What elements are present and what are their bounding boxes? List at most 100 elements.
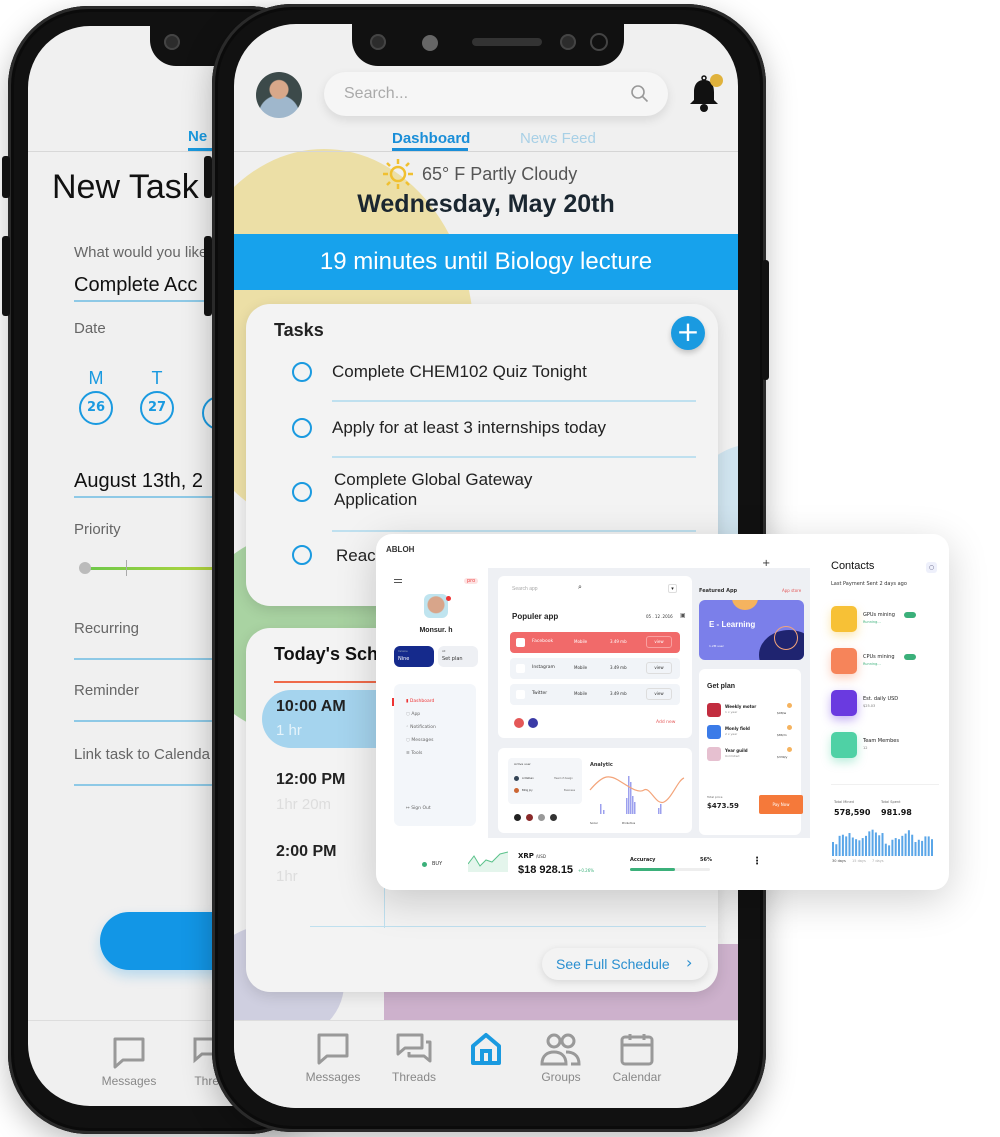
search-icon[interactable]: ○ <box>926 562 937 573</box>
task-item[interactable]: Complete Global Gateway Application <box>334 470 554 510</box>
buy-label[interactable]: BUY <box>432 861 442 867</box>
app-row[interactable]: Instagram Mobile 3.49 mb view <box>510 658 680 679</box>
search-icon[interactable]: ⌕ <box>578 583 582 592</box>
mined-bar <box>865 835 867 856</box>
user-avatar <box>514 788 519 793</box>
analytic-line <box>589 776 685 804</box>
side-menu: ▮ Dashboard ◌ App ◦ Notification ◌ Messa… <box>392 684 476 826</box>
task-checkbox[interactable] <box>292 418 312 438</box>
contact-row[interactable]: GPUs mining Running... <box>831 606 931 634</box>
task-item[interactable]: Reac <box>336 546 376 566</box>
task-item[interactable]: Complete CHEM102 Quiz Tonight <box>332 362 587 382</box>
team-avatar <box>514 814 521 821</box>
pay-now-button[interactable]: Pay Now <box>759 795 803 814</box>
menu-item-notification[interactable]: ◦ Notification <box>406 725 436 730</box>
mined-bar <box>871 829 874 856</box>
range-15-days[interactable]: 15 days <box>852 859 866 863</box>
total-mined-label: Total Mined <box>834 800 854 804</box>
mined-bar <box>904 833 907 856</box>
task-divider <box>332 456 696 458</box>
dot-red[interactable] <box>514 718 524 728</box>
calendar-icon[interactable]: ▣ <box>680 612 686 619</box>
priority-slider-handle[interactable] <box>79 562 91 574</box>
day-picker-tuesday[interactable]: T 27 <box>139 368 175 425</box>
phone-power-button <box>762 260 769 380</box>
app-store-link[interactable]: App store <box>782 588 801 593</box>
contact-icon <box>831 648 857 674</box>
app-row[interactable]: Facebook Mobile 3.49 mb view <box>510 632 680 653</box>
app-icon <box>516 664 525 673</box>
schedule-time[interactable]: 12:00 PM <box>276 771 345 789</box>
task-checkbox[interactable] <box>292 545 312 565</box>
team-avatar <box>526 814 533 821</box>
menu-icon[interactable] <box>394 579 402 583</box>
search-input[interactable]: Search... <box>344 85 408 103</box>
view-button[interactable]: view <box>646 636 672 648</box>
day-picker-monday[interactable]: M 26 <box>78 368 114 425</box>
search-bar[interactable]: Search... <box>324 72 668 116</box>
app-search-input[interactable]: Search app <box>512 586 538 592</box>
selected-date-field[interactable]: August 13th, 2 <box>74 470 203 493</box>
schedule-time[interactable]: 2:00 PM <box>276 843 336 861</box>
plan-title: Get plan <box>707 683 736 690</box>
mined-bar <box>881 833 884 856</box>
plan-row[interactable]: Year guild Unlimited $339/y <box>707 747 797 763</box>
task-checkbox[interactable] <box>292 482 312 502</box>
link-calendar-label[interactable]: Link task to Calenda <box>74 746 210 763</box>
recurring-label[interactable]: Recurring <box>74 620 139 637</box>
toggle-switch[interactable] <box>904 612 916 618</box>
task-checkbox[interactable] <box>292 362 312 382</box>
app-name: Twitter <box>532 691 548 696</box>
xrp-pair: /USD <box>536 854 546 859</box>
nav-calendar[interactable]: Calendar <box>597 1032 677 1084</box>
filter-icon[interactable]: ▾ <box>668 584 677 593</box>
nav-groups[interactable]: Groups <box>521 1032 601 1084</box>
tab-news-feed[interactable]: News Feed <box>520 130 596 147</box>
add-new-link[interactable]: Add new <box>656 720 675 725</box>
tab-dashboard[interactable]: Dashboard <box>392 130 470 147</box>
countdown-banner[interactable]: 19 minutes until Biology lecture <box>234 234 738 290</box>
active-user-name: Al Rafsan <box>522 777 534 780</box>
contact-row[interactable]: Team Membes 12 <box>831 732 931 760</box>
task-item[interactable]: Apply for at least 3 internships today <box>332 418 606 438</box>
menu-item-tools[interactable]: ≡ Tools <box>406 751 422 756</box>
nav-threads[interactable]: Threads <box>374 1032 454 1084</box>
featured-app-card[interactable]: E - Learning 1.2M user <box>699 600 804 660</box>
toggle-switch[interactable] <box>904 654 916 660</box>
add-task-button[interactable]: + <box>671 316 705 350</box>
nav-messages[interactable]: Messages <box>89 1036 169 1088</box>
sign-out-button[interactable]: ↦ Sign Out <box>406 806 431 811</box>
range-30-days[interactable]: 30 days <box>832 859 846 863</box>
priority-label: Priority <box>74 521 121 538</box>
see-full-schedule-label: See Full Schedule <box>556 956 670 972</box>
menu-item-messages[interactable]: ◌ Messages <box>406 738 433 743</box>
dot-blue[interactable] <box>528 718 538 728</box>
day-letter: M <box>88 368 104 388</box>
range-7-days[interactable]: 7 days <box>872 859 884 863</box>
contact-row[interactable]: CPUs mining Running... <box>831 648 931 676</box>
nav-messages[interactable]: Messages <box>293 1032 373 1084</box>
date-label: Date <box>74 320 106 337</box>
phone-volume-button <box>2 236 10 316</box>
plan-card-set-plan[interactable]: All Set plan <box>438 646 478 667</box>
menu-item-dashboard[interactable]: ▮ Dashboard <box>406 699 434 704</box>
mined-bar <box>894 838 897 856</box>
search-icon <box>631 85 649 103</box>
more-options-icon[interactable]: ⋮ <box>752 856 762 867</box>
user-avatar[interactable] <box>424 594 448 618</box>
task-name-input[interactable]: Complete Acc <box>74 274 197 297</box>
app-row[interactable]: Twitter Mobile 3.49 mb view <box>510 684 680 705</box>
tab-new-task[interactable]: Ne <box>188 128 207 145</box>
view-button[interactable]: view <box>646 688 672 700</box>
nav-home[interactable] <box>446 1032 526 1070</box>
plan-card-income[interactable]: Income Nine <box>394 646 434 667</box>
plan-row[interactable]: Monly fiold 2 x year $86/m <box>707 725 797 741</box>
view-button[interactable]: view <box>646 662 672 674</box>
menu-item-app[interactable]: ◌ App <box>406 712 420 717</box>
contact-row[interactable]: Est. daily USD $25.03 <box>831 690 931 718</box>
avatar[interactable] <box>256 72 302 118</box>
plan-row[interactable]: Weekly motor 1 x year $08/w <box>707 703 797 719</box>
schedule-baseline <box>310 926 706 927</box>
reminder-label[interactable]: Reminder <box>74 682 139 699</box>
see-full-schedule-button[interactable]: See Full Schedule › <box>542 948 708 980</box>
